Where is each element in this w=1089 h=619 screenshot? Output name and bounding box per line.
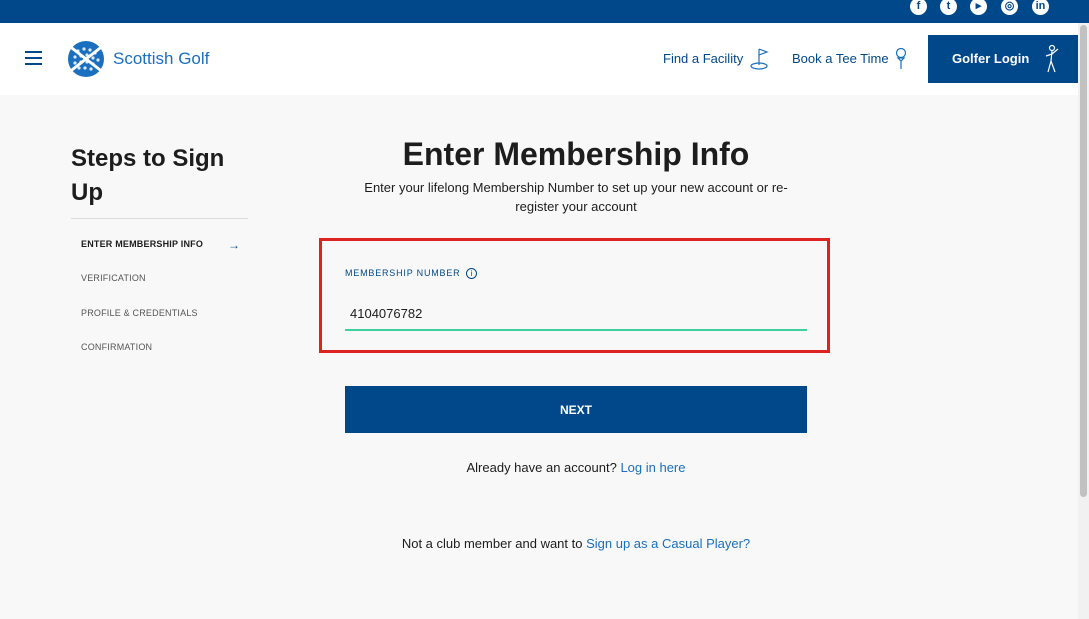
top-bar: f t ▸ ◎ in: [0, 0, 1089, 23]
steps-divider: [71, 218, 248, 219]
login-prompt-text: Already have an account?: [466, 460, 617, 475]
brand-name[interactable]: Scottish Golf: [113, 49, 209, 69]
golfer-login-label: Golfer Login: [952, 51, 1030, 66]
facebook-icon[interactable]: f: [910, 0, 927, 15]
scottish-golf-logo-icon[interactable]: [66, 39, 106, 79]
twitter-icon[interactable]: t: [940, 0, 957, 15]
scrollbar-thumb[interactable]: [1080, 25, 1087, 497]
golfer-icon: [1045, 44, 1059, 73]
step-enter-membership-info: ENTER MEMBERSHIP INFO: [81, 239, 204, 249]
flag-icon: [750, 48, 769, 70]
casual-signup-link[interactable]: Sign up as a Casual Player?: [586, 536, 750, 551]
arrow-right-icon: →: [228, 238, 240, 252]
login-prompt-line: Already have an account? Log in here: [345, 460, 807, 475]
steps-title: Steps to Sign Up: [71, 145, 225, 206]
tee-icon: [895, 47, 907, 69]
field-highlight-box: [319, 238, 830, 353]
linkedin-icon[interactable]: in: [1032, 0, 1049, 15]
step-verification: VERIFICATION: [81, 273, 146, 283]
step-confirmation: CONFIRMATION: [81, 342, 153, 352]
youtube-icon[interactable]: ▸: [970, 0, 987, 15]
book-tee-time-link[interactable]: Book a Tee Time: [792, 51, 889, 66]
membership-number-input[interactable]: [345, 297, 807, 331]
find-facility-link[interactable]: Find a Facility: [663, 51, 743, 66]
next-button[interactable]: NEXT: [345, 386, 807, 433]
step-profile-credentials: PROFILE & CREDENTIALS: [81, 308, 198, 318]
page-title: Enter Membership Info: [402, 136, 750, 172]
instagram-icon[interactable]: ◎: [1001, 0, 1018, 15]
menu-icon[interactable]: [25, 51, 42, 65]
golfer-login-button[interactable]: Golfer Login: [928, 35, 1078, 83]
casual-prompt-text: Not a club member and want to: [401, 536, 583, 551]
membership-number-label: MEMBERSHIP NUMBER: [345, 268, 461, 278]
casual-prompt-line: Not a club member and want to Sign up as…: [345, 536, 807, 551]
page-subtitle: Enter your lifelong Membership Number to…: [364, 180, 788, 214]
login-link[interactable]: Log in here: [620, 460, 685, 475]
site-header: Scottish Golf Find a Facility Book a Tee…: [0, 23, 1078, 95]
page-scrollbar[interactable]: [1078, 23, 1089, 619]
info-icon[interactable]: i: [466, 268, 477, 279]
